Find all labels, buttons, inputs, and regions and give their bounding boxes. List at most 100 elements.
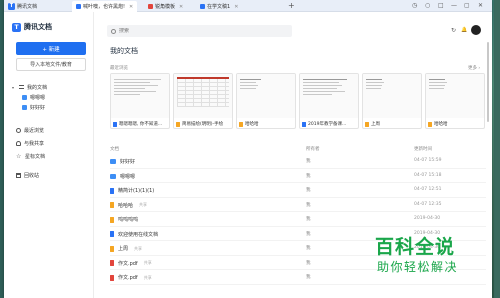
item-owner: 我 — [306, 173, 311, 179]
sidebar-item-label: 我的文档 — [27, 84, 48, 91]
bell-icon[interactable]: 🔔 — [461, 27, 467, 33]
recent-card[interactable]: 哈哈哈 — [236, 73, 296, 129]
recent-card[interactable]: 嗯嗯嗯嗯, 你不知道... — [110, 73, 170, 129]
brand-name: 腾讯文档 — [24, 23, 52, 31]
sidebar-item-shared[interactable]: 与我共享 — [4, 137, 94, 150]
brand[interactable]: T 腾讯文档 — [12, 22, 52, 32]
item-owner: 我 — [306, 188, 311, 193]
item-date: 2019-04-30 — [414, 216, 441, 221]
item-owner: 我 — [306, 159, 311, 164]
column-header-date[interactable]: 更新时间 — [414, 146, 432, 152]
desktop-background-right — [494, 0, 500, 298]
refresh-icon[interactable]: ↻ — [451, 27, 456, 34]
column-header-name[interactable]: 文档 — [110, 146, 119, 152]
minimize-button[interactable]: — — [451, 2, 457, 10]
list-header: 文档 所有者 更新时间 — [110, 145, 486, 154]
item-date: 2019-04-30 — [414, 230, 441, 236]
tab-label: 锐角模板 — [155, 4, 176, 10]
item-owner: 我 — [306, 260, 311, 266]
card-caption: 哈哈哈 — [428, 121, 484, 127]
doc-favicon-icon — [76, 4, 81, 9]
sidebar-nav-trash: 回收站 — [4, 170, 94, 180]
chevron-down-icon[interactable]: ▾ — [12, 85, 16, 90]
recent-card[interactable]: 哈哈哈 — [425, 73, 485, 129]
sheet-icon — [428, 121, 432, 127]
watermark: 百科全说 助你轻松解决 — [375, 236, 493, 292]
app-title: T 腾讯文档 — [8, 2, 37, 10]
card-preview — [111, 74, 169, 118]
sidebar-item-trash[interactable]: 回收站 — [4, 170, 94, 180]
close-button[interactable]: ✕ — [478, 2, 483, 10]
maximize-button[interactable]: ▢ — [464, 2, 470, 10]
tab-1[interactable]: 喊叶噢，也许黑炮! ✕ — [72, 1, 138, 12]
tab-close-icon[interactable]: ✕ — [129, 4, 133, 10]
column-header-owner[interactable]: 所有者 — [306, 146, 320, 152]
list-item[interactable]: 嗯嗯嗯 我 04-07 15:18 — [110, 169, 486, 183]
scrollbar[interactable] — [487, 42, 489, 122]
template-favicon-icon — [148, 4, 153, 9]
sidebar-item-label: 最近浏览 — [24, 128, 45, 134]
item-name: 呜呜呜呜 — [118, 217, 139, 223]
avatar[interactable] — [471, 25, 481, 35]
sidebar-item-my-docs[interactable]: ▾ 我的文档 — [4, 82, 94, 92]
list-item[interactable]: 精简计(1)(1)(1) 我 04-07 12:51 — [110, 183, 486, 198]
sidebar-item-recent[interactable]: 最近浏览 — [4, 124, 94, 137]
sidebar-item-label: 回收站 — [24, 172, 40, 179]
tab-2[interactable]: 锐角模板 ✕ — [144, 1, 187, 12]
sidebar-item-label: 与我共享 — [24, 141, 45, 147]
shared-badge: 共享 — [143, 274, 152, 280]
folder-icon — [22, 104, 27, 110]
more-link[interactable]: 更多 › — [468, 65, 480, 71]
recent-card[interactable]: 上周 — [362, 73, 422, 129]
item-date: 04-07 12:35 — [414, 201, 442, 207]
watermark-subtitle: 助你轻松解决 — [377, 260, 459, 274]
list-item[interactable]: 呜呜呜呜 我 2019-04-30 — [110, 212, 486, 227]
sheet-icon — [239, 121, 243, 127]
tab-3[interactable]: 在学文稿1 ✕ — [196, 1, 242, 12]
tab-close-icon[interactable]: ✕ — [234, 4, 238, 10]
tab-label: 在学文稿1 — [207, 4, 231, 10]
card-preview — [300, 74, 358, 118]
search-icon — [111, 28, 116, 34]
list-item[interactable]: 好好好 我 04-07 15:59 — [110, 154, 486, 169]
search-input[interactable] — [119, 28, 269, 34]
trash-icon — [16, 172, 21, 178]
item-name: 上周 — [118, 246, 129, 252]
item-owner: 我 — [306, 275, 311, 280]
card-title: 哈哈哈 — [434, 122, 448, 127]
import-button[interactable]: 导入本地文件/教育 — [16, 58, 86, 71]
card-title: 2019年教学备课... — [308, 122, 347, 127]
window-mode-icon[interactable]: □ — [438, 2, 444, 10]
item-owner: 我 — [306, 202, 311, 208]
sheet-icon — [110, 216, 114, 223]
item-name: 嗯嗯嗯 — [120, 173, 136, 180]
sidebar-item-folder[interactable]: 嗯嗯嗯 — [4, 92, 94, 102]
new-document-button[interactable]: + 新建 — [16, 42, 86, 55]
person-icon — [16, 141, 21, 146]
shared-badge: 共享 — [139, 202, 148, 207]
doc-favicon-icon — [200, 4, 205, 9]
sheet-icon — [110, 245, 114, 252]
tab-label: 喊叶噢，也许黑炮! — [83, 4, 126, 10]
app-title-text: 腾讯文档 — [17, 3, 38, 10]
sidebar: T 腾讯文档 + 新建 导入本地文件/教育 ▾ 我的文档 嗯嗯嗯 好好好 最近浏… — [4, 12, 94, 298]
doc-icon — [110, 187, 114, 194]
new-tab-button[interactable]: + — [288, 1, 295, 11]
settings-icon[interactable]: ○ — [425, 2, 430, 10]
sidebar-item-folder[interactable]: 好好好 — [4, 102, 94, 112]
search-bar[interactable] — [107, 25, 292, 37]
tab-close-icon[interactable]: ✕ — [179, 4, 183, 10]
recent-card[interactable]: 2019年教学备课... — [299, 73, 359, 129]
folder-icon — [22, 94, 27, 100]
doc-icon — [302, 121, 306, 127]
card-caption: 哈哈哈 — [239, 121, 295, 127]
sheet-icon — [110, 202, 114, 208]
sidebar-item-starred[interactable]: ☆ 星标文档 — [4, 150, 94, 163]
recent-card[interactable]: 简易描绘(明明)-手绘 — [173, 73, 233, 129]
history-icon[interactable]: ◷ — [412, 2, 417, 10]
card-preview — [237, 74, 295, 118]
list-item[interactable]: 哈哈哈 共享 我 04-07 12:35 — [110, 198, 486, 212]
doc-icon — [110, 231, 114, 237]
clock-icon — [16, 128, 21, 133]
item-name: 精简计(1)(1)(1) — [118, 188, 155, 194]
